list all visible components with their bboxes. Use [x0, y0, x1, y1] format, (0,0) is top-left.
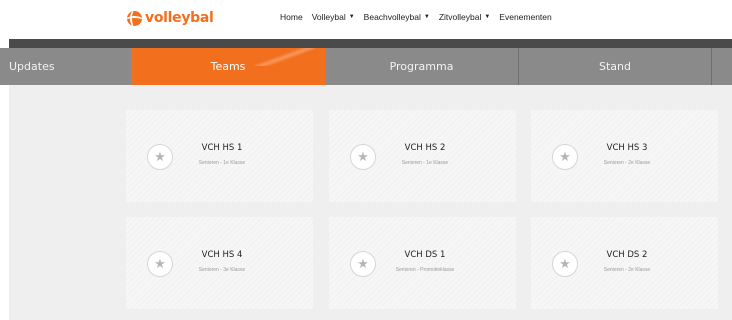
caret-down-icon: ▼	[348, 14, 355, 20]
star-icon: ★	[154, 149, 166, 165]
star-icon: ★	[559, 256, 571, 272]
favorite-button[interactable]: ★	[552, 144, 578, 170]
team-name: VCH HS 1	[201, 143, 243, 153]
section-tab-bar: Updates Teams Programma Stand	[0, 48, 732, 85]
favorite-button[interactable]: ★	[350, 144, 376, 170]
tab-updates[interactable]: Updates	[0, 48, 131, 85]
volleyball-icon	[127, 10, 142, 26]
header-divider-strip	[9, 39, 732, 48]
team-name: VCH HS 4	[201, 250, 243, 260]
team-category: Senioren - 3e Klasse	[198, 267, 246, 273]
nav-item-label: Evenementen	[499, 12, 552, 22]
star-icon: ★	[357, 149, 369, 165]
favorite-button[interactable]: ★	[147, 251, 173, 277]
favorite-button[interactable]: ★	[147, 144, 173, 170]
team-name: VCH DS 1	[404, 250, 446, 260]
team-card[interactable]: ★ VCH DS 1 Senioren - Promotieklasse	[329, 217, 516, 309]
nav-item-beachvolleybal[interactable]: Beachvolleybal ▼	[364, 12, 430, 22]
nav-item-label: Beachvolleybal	[363, 12, 421, 22]
nav-item-home[interactable]: Home	[280, 12, 303, 22]
team-card[interactable]: ★ VCH HS 4 Senioren - 3e Klasse	[126, 217, 313, 309]
team-card[interactable]: ★ VCH HS 2 Senioren - 1e Klasse	[329, 110, 516, 202]
team-card[interactable]: ★ VCH HS 1 Senioren - 1e Klasse	[126, 110, 313, 202]
team-name: VCH DS 2	[606, 250, 648, 260]
team-name: VCH HS 3	[606, 143, 648, 153]
star-icon: ★	[559, 149, 571, 165]
tab-stand[interactable]: Stand	[518, 48, 712, 85]
caret-down-icon: ▼	[484, 14, 491, 20]
team-card[interactable]: ★ VCH DS 2 Senioren - 2e Klasse	[531, 217, 718, 309]
favorite-button[interactable]: ★	[552, 251, 578, 277]
main-nav: Home Volleybal ▼ Beachvolleybal ▼ Zitvol…	[280, 12, 561, 22]
caret-down-icon: ▼	[423, 14, 430, 20]
team-name: VCH HS 2	[404, 143, 446, 153]
star-icon: ★	[357, 256, 369, 272]
team-card[interactable]: ★ VCH HS 3 Senioren - 2e Klasse	[531, 110, 718, 202]
tab-teams[interactable]: Teams	[131, 48, 325, 85]
team-category: Senioren - 2e Klasse	[603, 267, 651, 273]
volleybal-logo[interactable]: volleybal	[127, 8, 214, 28]
nav-item-label: Home	[280, 12, 303, 22]
teams-grid: ★ VCH HS 1 Senioren - 1e Klasse ★ VCH HS…	[9, 85, 732, 320]
tab-programma[interactable]: Programma	[325, 48, 518, 85]
team-category: Senioren - 2e Klasse	[603, 160, 651, 166]
nav-item-evenementen[interactable]: Evenementen	[499, 12, 551, 22]
team-category: Senioren - Promotieklasse	[395, 267, 455, 273]
team-category: Senioren - 1e Klasse	[198, 160, 246, 166]
team-category: Senioren - 1e Klasse	[401, 160, 449, 166]
nav-item-label: Volleybal	[311, 12, 346, 22]
logo-text: volleybal	[145, 10, 214, 26]
nav-item-volleybal[interactable]: Volleybal ▼	[312, 12, 355, 22]
favorite-button[interactable]: ★	[350, 251, 376, 277]
nav-item-label: Zitvolleybal	[438, 12, 482, 22]
star-icon: ★	[154, 256, 166, 272]
nav-item-zitvolleybal[interactable]: Zitvolleybal ▼	[439, 12, 490, 22]
top-header: volleybal Home Volleybal ▼ Beachvolleyba…	[0, 0, 732, 38]
